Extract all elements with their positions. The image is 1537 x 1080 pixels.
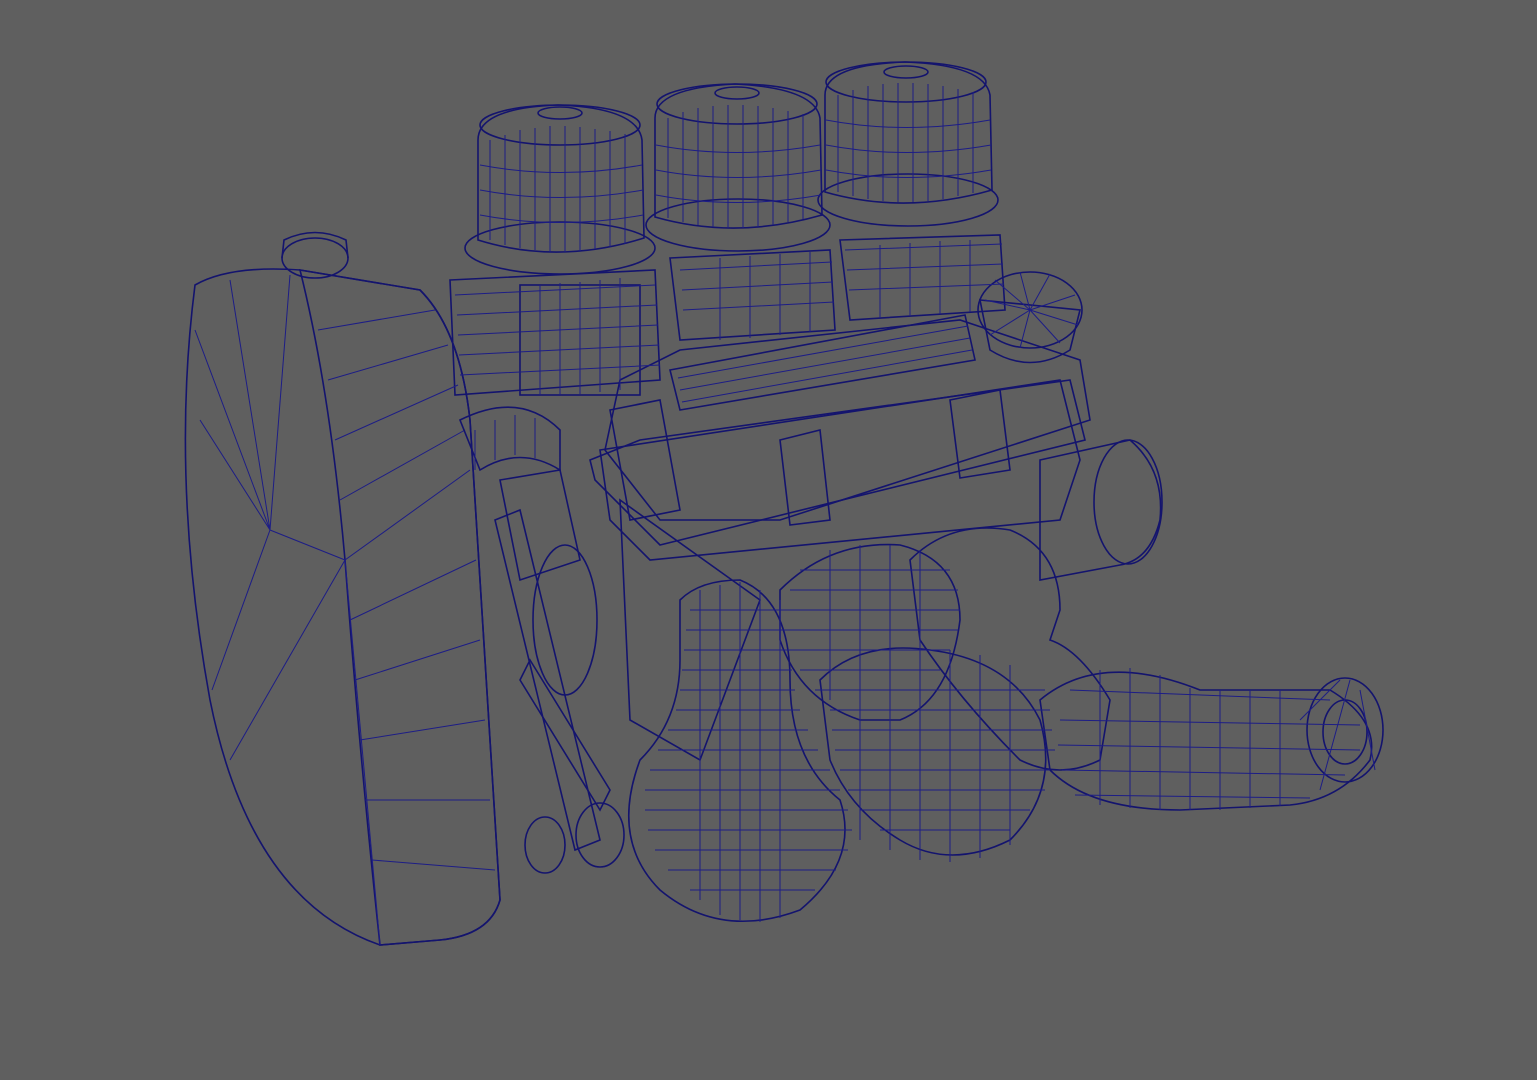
upper-hose	[458, 406, 598, 696]
carb-wire	[454, 240, 1005, 395]
oil-cap	[977, 271, 1083, 364]
exhaust-manifold	[627, 527, 1111, 923]
air-filter-right	[817, 61, 1006, 321]
air-filter-middle	[645, 83, 836, 341]
viewport-3d[interactable]	[0, 0, 1537, 1080]
belt-assembly	[494, 508, 625, 874]
air-filter-left	[449, 104, 661, 396]
engine-model[interactable]	[0, 0, 1537, 1080]
exhaust-outlet-back	[1039, 439, 1163, 581]
exhaust-outlet	[1039, 671, 1384, 811]
valve-cover	[589, 314, 1091, 546]
manifold-wire	[645, 545, 1376, 922]
